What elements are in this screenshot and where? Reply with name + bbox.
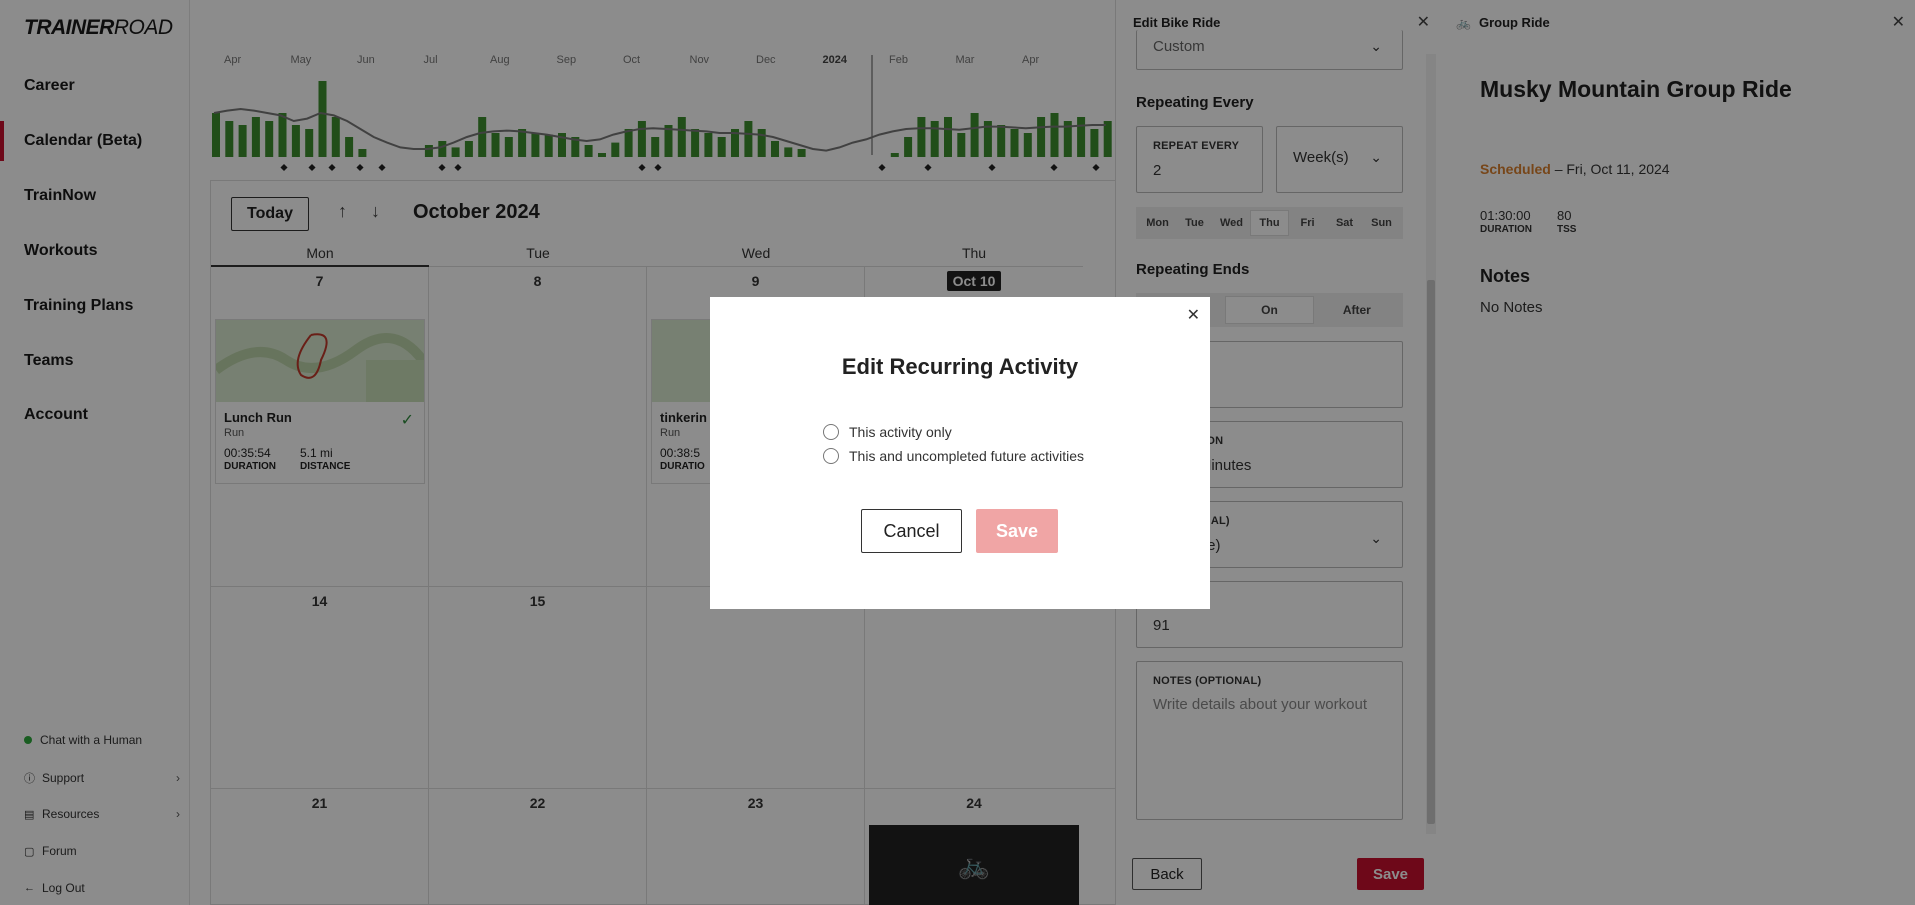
option-label: This activity only	[849, 424, 952, 440]
radio-button[interactable]	[823, 424, 839, 440]
option-this-activity-only[interactable]: This activity only	[823, 424, 952, 440]
radio-button[interactable]	[823, 448, 839, 464]
option-label: This and uncompleted future activities	[849, 448, 1085, 464]
edit-recurring-modal: ✕ Edit Recurring Activity This activity …	[710, 297, 1210, 609]
option-this-and-future[interactable]: This and uncompleted future activities	[823, 448, 1084, 464]
modal-title: Edit Recurring Activity	[841, 354, 1079, 379]
cancel-button[interactable]: Cancel	[861, 509, 962, 553]
close-icon[interactable]: ✕	[1187, 305, 1200, 325]
save-button-disabled[interactable]: Save	[976, 509, 1058, 553]
